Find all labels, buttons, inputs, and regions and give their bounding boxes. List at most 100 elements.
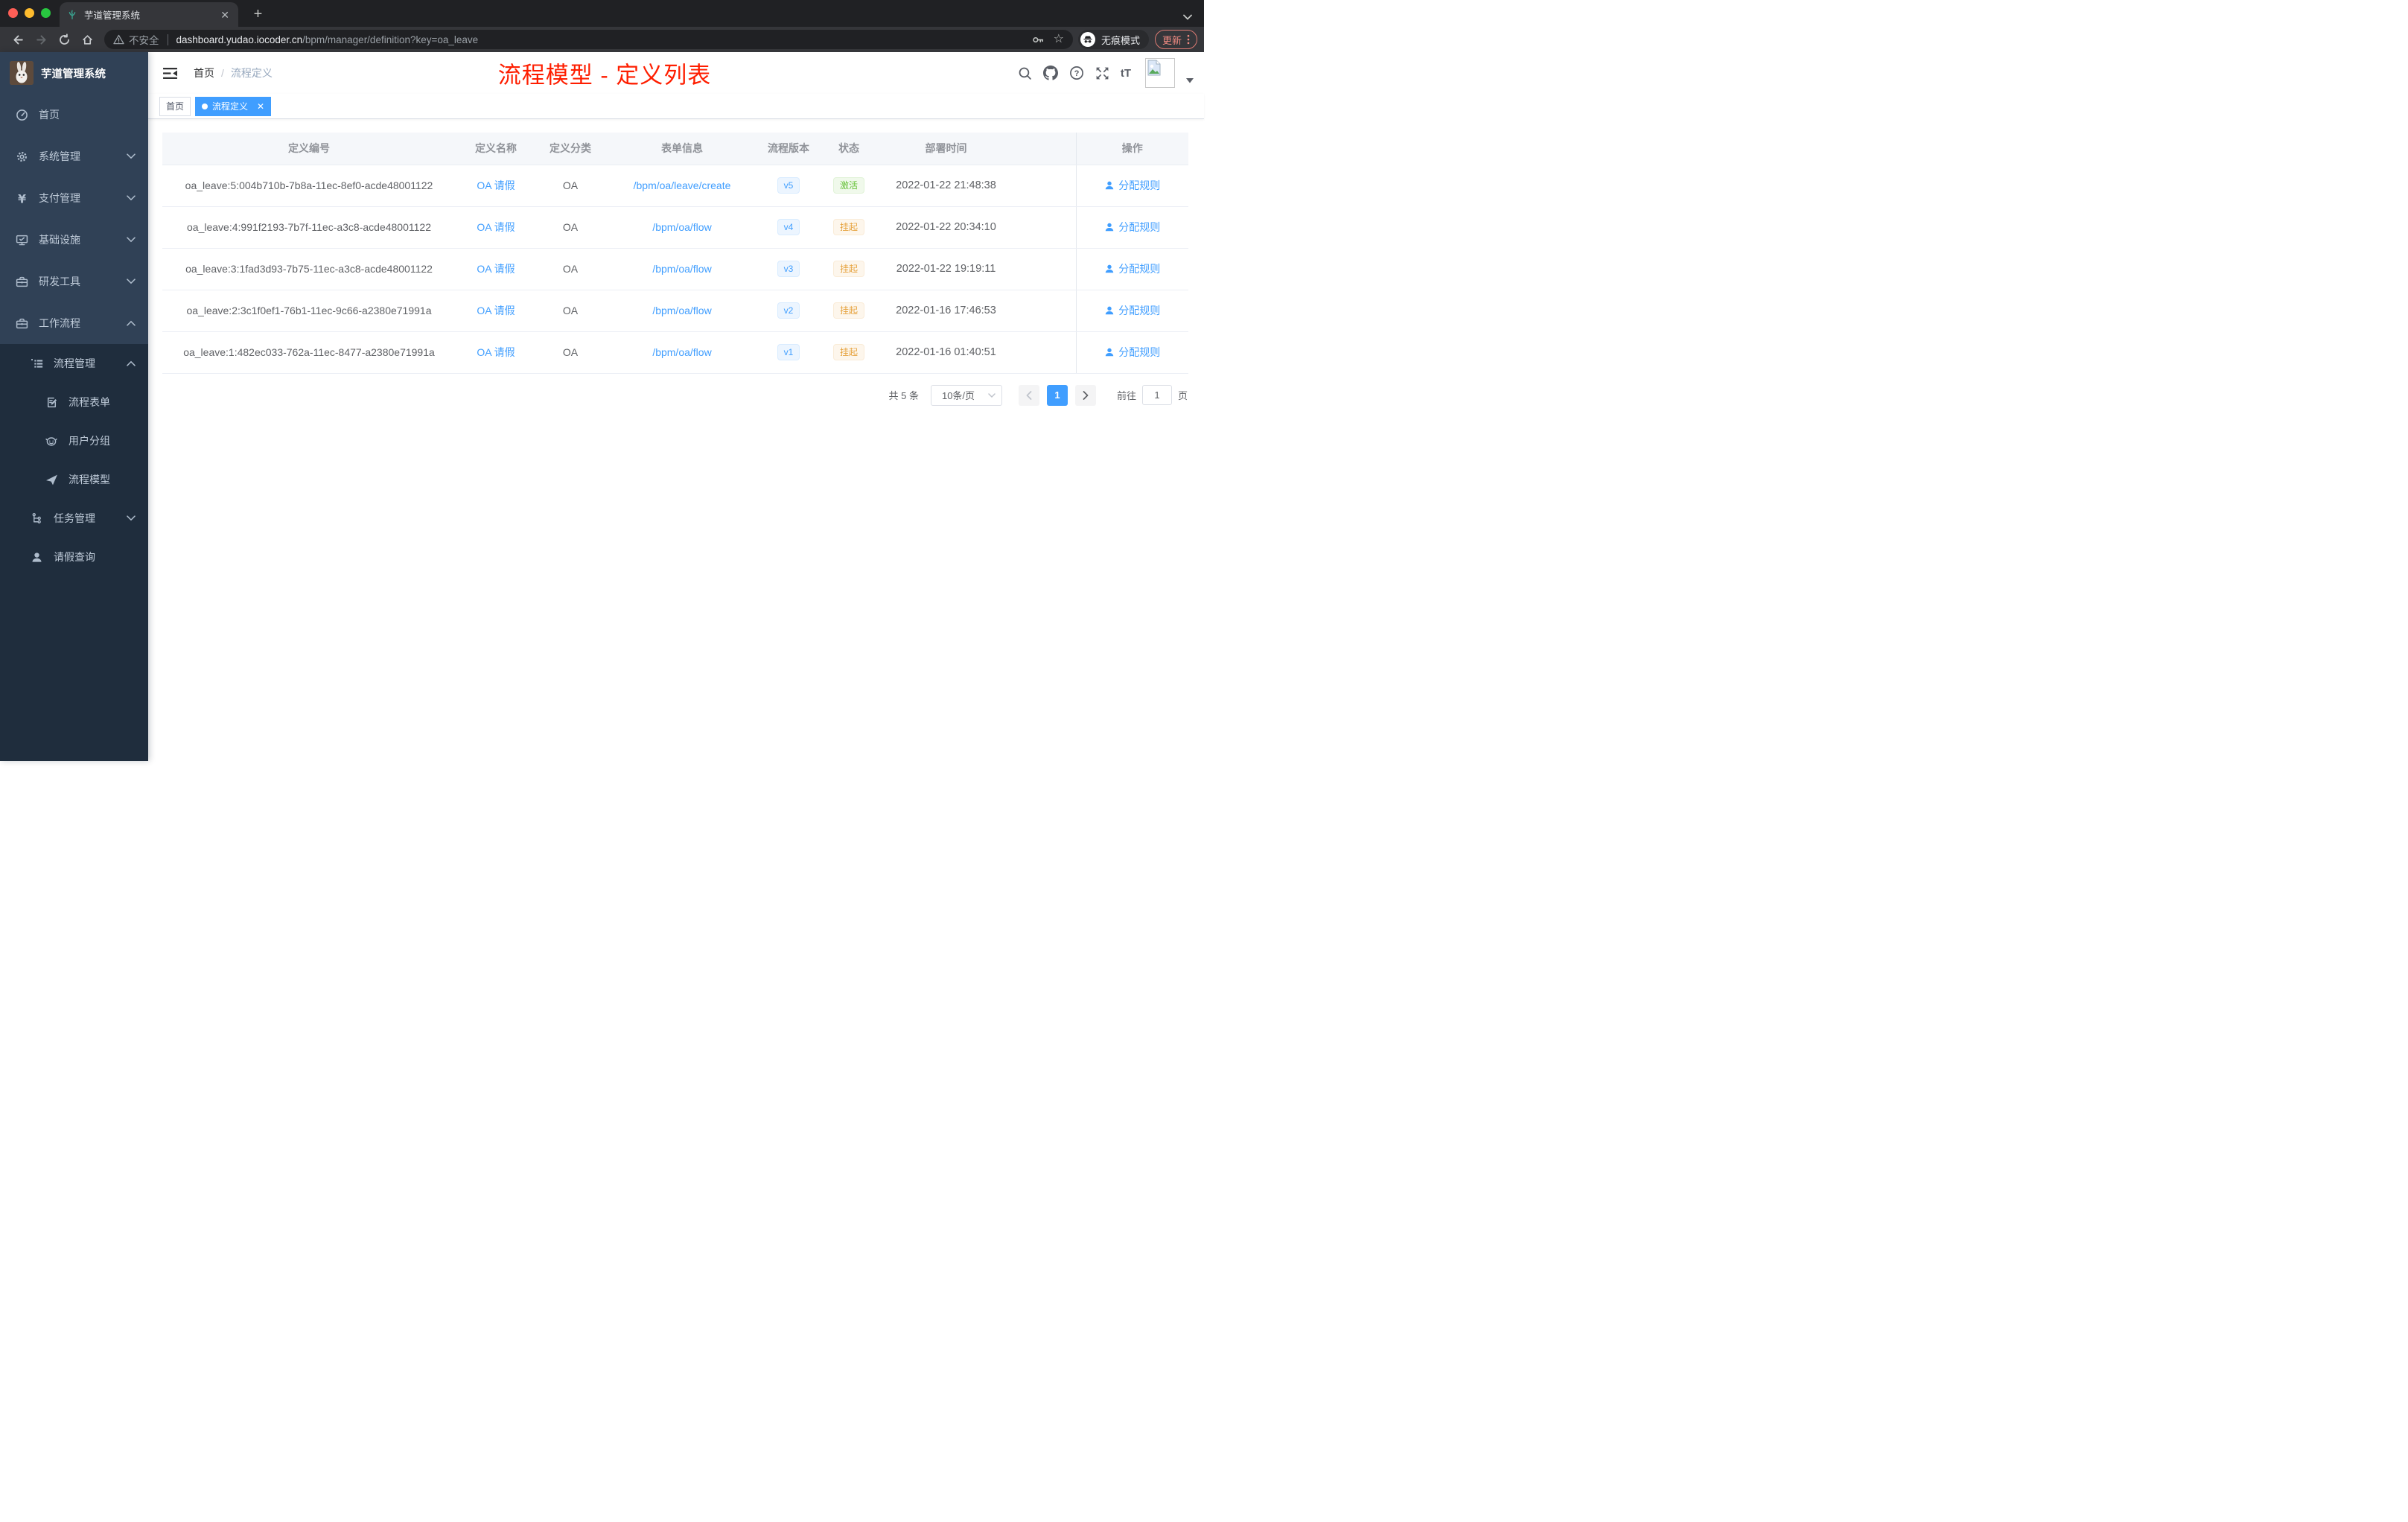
- gear-icon: [15, 150, 28, 163]
- page-number-1[interactable]: 1: [1046, 384, 1068, 406]
- font-size-icon[interactable]: tT: [1121, 67, 1131, 80]
- sidebar-menu-top: 首页 系统管理 ¥ 支付管理基础设施研发工具 工作流程: [0, 94, 148, 344]
- browser-menu-dots-icon[interactable]: [1187, 34, 1190, 45]
- window-close-button[interactable]: [8, 8, 18, 18]
- help-icon[interactable]: ?: [1069, 66, 1084, 80]
- table-header-ops: 操作: [1075, 133, 1188, 165]
- page-annotation-title: 流程模型 - 定义列表: [497, 62, 712, 89]
- definition-category: OA: [562, 221, 579, 233]
- not-secure-warning-icon[interactable]: [113, 34, 124, 45]
- form-link[interactable]: /bpm/oa/leave/create: [634, 179, 731, 191]
- browser-tabstrip: 芋道管理系统 ✕ +: [0, 0, 1204, 27]
- deployed-time: 2022-01-16 01:40:51: [880, 331, 1012, 374]
- form-link[interactable]: /bpm/oa/flow: [652, 221, 711, 233]
- assign-rule-link[interactable]: 分配规则: [1104, 220, 1160, 235]
- sidebar-item-label: 流程模型: [69, 474, 110, 485]
- bookmark-star-icon[interactable]: ☆: [1054, 34, 1064, 45]
- row-filler: [1012, 165, 1076, 207]
- list-tree-icon: [30, 357, 43, 370]
- assign-rule-link[interactable]: 分配规则: [1104, 303, 1160, 318]
- assign-user-icon: [1104, 180, 1115, 191]
- definition-name-link[interactable]: OA 请假: [477, 305, 515, 316]
- sidebar-item-dev-tools[interactable]: 研发工具: [0, 261, 148, 302]
- sidebar-item-leave-query[interactable]: 请假查询: [0, 538, 148, 576]
- deployed-time: 2022-01-16 17:46:53: [880, 290, 1012, 332]
- window-controls: [8, 8, 51, 18]
- sidebar-item-user-group[interactable]: 用户分组: [0, 421, 148, 460]
- table-row: oa_leave:4:991f2193-7b7f-11ec-a3c8-acde4…: [162, 206, 1188, 249]
- prev-page-button[interactable]: [1018, 384, 1039, 406]
- main-content: 定义编号 定义名称 定义分类 表单信息 流程版本 状态 部署时间 操作 oa_leave:5:…: [148, 119, 1204, 761]
- window-zoom-button[interactable]: [41, 8, 51, 18]
- tags-view-bar: 首页 流程定义 ✕: [148, 94, 1204, 119]
- form-link[interactable]: /bpm/oa/flow: [652, 263, 711, 275]
- breadcrumb-current: 流程定义: [230, 67, 273, 79]
- github-icon[interactable]: [1042, 66, 1058, 80]
- update-button[interactable]: 更新: [1154, 30, 1197, 49]
- page-size-select[interactable]: 10条/页: [930, 384, 1002, 406]
- definition-name-link[interactable]: OA 请假: [477, 346, 515, 358]
- key-icon[interactable]: [1032, 34, 1045, 46]
- table-header-category: 定义分类: [536, 133, 605, 165]
- security-label: 不安全: [129, 35, 159, 46]
- goto-page-input[interactable]: [1141, 385, 1172, 405]
- sidebar-item-label: 基础设施: [39, 234, 80, 246]
- svg-text:?: ?: [1074, 69, 1079, 78]
- definition-category: OA: [562, 305, 579, 316]
- sidebar-item-infrastructure[interactable]: 基础设施: [0, 219, 148, 261]
- deployed-time: 2022-01-22 20:34:10: [880, 206, 1012, 249]
- breadcrumb-home[interactable]: 首页: [194, 66, 214, 80]
- deployed-time: 2022-01-22 19:19:11: [880, 248, 1012, 290]
- definition-category: OA: [562, 346, 579, 358]
- sidebar-collapse-icon[interactable]: [160, 64, 181, 83]
- reload-button[interactable]: [53, 29, 76, 50]
- sidebar-item-label: 支付管理: [39, 192, 80, 204]
- sidebar-item-workflow[interactable]: 工作流程: [0, 302, 148, 344]
- form-link[interactable]: /bpm/oa/flow: [652, 346, 711, 358]
- avatar-caret-down-icon[interactable]: [1186, 77, 1194, 83]
- new-tab-button[interactable]: +: [248, 4, 268, 25]
- tag-home[interactable]: 首页: [159, 96, 191, 116]
- status-badge: 挂起: [832, 261, 864, 277]
- sidebar-item-process-model[interactable]: 流程模型: [0, 460, 148, 499]
- definition-name-link[interactable]: OA 请假: [477, 179, 515, 191]
- next-page-button[interactable]: [1074, 384, 1096, 406]
- assign-rule-link[interactable]: 分配规则: [1104, 345, 1160, 360]
- breadcrumb-separator: /: [221, 67, 224, 79]
- row-filler: [1012, 290, 1076, 332]
- definition-name-link[interactable]: OA 请假: [477, 221, 515, 233]
- table-header-name: 定义名称: [456, 133, 536, 165]
- avatar[interactable]: [1145, 58, 1175, 88]
- table-header-filler: [1012, 133, 1076, 165]
- sidebar-item-system[interactable]: 系统管理: [0, 136, 148, 177]
- forward-button[interactable]: [30, 29, 53, 50]
- window-minimize-button[interactable]: [25, 8, 34, 18]
- tag-close-icon[interactable]: ✕: [257, 102, 264, 111]
- search-icon[interactable]: [1018, 66, 1032, 80]
- table-header-id: 定义编号: [162, 133, 456, 165]
- sidebar-item-payment[interactable]: ¥ 支付管理: [0, 177, 148, 219]
- toolbox-icon: [15, 276, 28, 288]
- tab-search-chevron-icon[interactable]: [1183, 14, 1192, 20]
- address-bar[interactable]: 不安全 dashboard.yudao.iocoder.cn/bpm/manag…: [104, 30, 1073, 49]
- tab-close-icon[interactable]: ✕: [219, 8, 231, 22]
- chevron-down-icon: [124, 237, 138, 243]
- assign-rule-link[interactable]: 分配规则: [1104, 261, 1160, 276]
- broken-image-icon: [1147, 60, 1162, 76]
- definition-name-link[interactable]: OA 请假: [477, 263, 515, 275]
- back-button[interactable]: [7, 29, 30, 50]
- assign-rule-link[interactable]: 分配规则: [1104, 178, 1160, 193]
- browser-tab[interactable]: 芋道管理系统 ✕: [60, 2, 238, 27]
- incognito-icon: [1080, 32, 1095, 47]
- url-text: dashboard.yudao.iocoder.cn/bpm/manager/d…: [176, 34, 1025, 45]
- tag-process-definition[interactable]: 流程定义 ✕: [195, 96, 272, 116]
- sidebar-item-process-form[interactable]: 流程表单: [0, 383, 148, 421]
- table-row: oa_leave:2:3c1f0ef1-76b1-11ec-9c66-a2380…: [162, 290, 1188, 332]
- sidebar-item-task-mgmt[interactable]: 任务管理: [0, 499, 148, 538]
- fullscreen-icon[interactable]: [1095, 66, 1109, 80]
- form-link[interactable]: /bpm/oa/flow: [652, 305, 711, 316]
- home-button[interactable]: [76, 29, 99, 50]
- chevron-down-icon: [124, 278, 138, 284]
- sidebar-item-home[interactable]: 首页: [0, 94, 148, 136]
- sidebar-item-process-mgmt[interactable]: 流程管理: [0, 344, 148, 383]
